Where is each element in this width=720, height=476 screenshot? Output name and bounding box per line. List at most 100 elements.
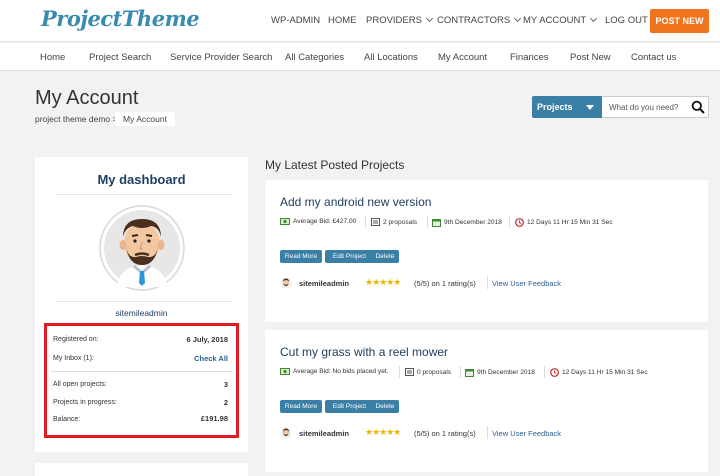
rating-text: (5/5) on 1 rating(s) — [414, 279, 476, 288]
delete-button[interactable]: Delete — [371, 400, 399, 413]
delete-button[interactable]: Delete — [371, 250, 399, 263]
rating-separator — [487, 276, 488, 289]
money-icon — [280, 218, 290, 225]
balance-value: £191.98 — [200, 414, 228, 423]
latest-projects-title: My Latest Posted Projects — [265, 158, 405, 172]
secondary-nav: Home Project Search Service Provider Sea… — [0, 43, 720, 71]
open-projects-value: 3 — [223, 380, 228, 389]
site-logo[interactable]: ProjectTheme — [41, 6, 200, 31]
rating-stars-icon: ★★★★★ — [365, 427, 401, 437]
chevron-down-icon — [590, 14, 598, 23]
registered-label: Registered on: — [53, 336, 99, 343]
top-header: ProjectTheme WP-ADMIN HOME PROVIDERS CON… — [0, 0, 720, 42]
search-bar: Projects — [532, 96, 709, 118]
time-left: 12 Days 11 Hr 15 Min 31 Sec — [550, 368, 648, 377]
posted-date-text: 9th December 2018 — [444, 219, 502, 226]
chevron-down-icon — [514, 14, 522, 23]
average-bid: Average Bid: No bids placed yet. — [280, 368, 389, 375]
posted-date: 9th December 2018 — [432, 218, 502, 227]
meta-separator — [399, 366, 400, 378]
rating-text: (5/5) on 1 rating(s) — [414, 429, 476, 438]
nav-providers[interactable]: PROVIDERS — [366, 14, 434, 26]
in-progress-value: 2 — [223, 398, 228, 407]
nav-providers-label: PROVIDERS — [366, 15, 422, 26]
owner-avatar — [280, 277, 292, 289]
nav-contractors-label: CONTRACTORS — [437, 15, 511, 26]
time-left-text: 12 Days 11 Hr 15 Min 31 Sec — [527, 219, 613, 226]
balance-label: Balance: — [53, 416, 81, 423]
subnav-all-categories[interactable]: All Categories — [285, 52, 344, 63]
nav-contractors[interactable]: CONTRACTORS — [437, 14, 522, 26]
project-card: Add my android new version Average Bid: … — [265, 180, 708, 322]
view-feedback-link[interactable]: View User Feedback — [492, 279, 561, 288]
project-card: Cut my grass with a reel mower Average B… — [265, 330, 708, 472]
post-new-button[interactable]: POST NEW — [650, 9, 709, 33]
proposals-count: 2 proposals — [371, 218, 417, 226]
dashboard-card: My dashboard sitemileadmin Registered on… — [35, 157, 248, 452]
search-icon[interactable] — [691, 100, 705, 114]
subnav-service-provider-search[interactable]: Service Provider Search — [170, 52, 272, 63]
meta-separator — [460, 366, 461, 378]
nav-wp-admin[interactable]: WP-ADMIN — [271, 15, 320, 26]
nav-my-account[interactable]: MY ACCOUNT — [523, 14, 598, 26]
read-more-button[interactable]: Read More — [280, 400, 322, 413]
divider — [55, 301, 233, 302]
owner-avatar — [280, 427, 292, 439]
proposals-icon — [371, 218, 380, 226]
divider — [51, 371, 233, 372]
posted-date: 9th December 2018 — [465, 368, 535, 377]
in-progress-label: Projects in progress: — [53, 399, 117, 406]
open-projects-label: All open projects: — [53, 381, 107, 388]
nav-log-out[interactable]: LOG OUT — [605, 15, 648, 26]
rating-stars-icon: ★★★★★ — [365, 277, 401, 287]
read-more-button[interactable]: Read More — [280, 250, 322, 263]
edit-project-button[interactable]: Edit Project — [325, 250, 374, 263]
account-stats-box: Registered on: 6 July, 2018 My Inbox (1)… — [44, 323, 239, 438]
proposals-count: 0 proposals — [405, 368, 451, 376]
meta-separator — [427, 216, 428, 228]
average-bid: Average Bid: £427.00 — [280, 218, 356, 225]
subnav-contact-us[interactable]: Contact us — [631, 52, 676, 63]
edit-project-button[interactable]: Edit Project — [325, 400, 374, 413]
nav-home[interactable]: HOME — [328, 15, 357, 26]
calendar-icon — [465, 369, 474, 377]
subnav-project-search[interactable]: Project Search — [89, 52, 151, 63]
subnav-all-locations[interactable]: All Locations — [364, 52, 418, 63]
clock-icon — [550, 368, 559, 377]
proposals-text: 2 proposals — [383, 218, 418, 226]
posted-date-text: 9th December 2018 — [477, 369, 535, 376]
search-type-select[interactable]: Projects — [532, 96, 602, 118]
subnav-home[interactable]: Home — [40, 52, 65, 63]
caret-down-icon — [586, 105, 594, 110]
proposals-icon — [405, 368, 414, 376]
registered-value: 6 July, 2018 — [186, 335, 228, 344]
money-icon — [280, 368, 290, 375]
breadcrumb-current: My Account — [115, 112, 175, 126]
breadcrumb-home[interactable]: project theme demo > — [35, 114, 117, 124]
meta-separator — [365, 216, 366, 228]
project-title-link[interactable]: Cut my grass with a reel mower — [280, 345, 448, 359]
meta-separator — [509, 216, 510, 228]
proposals-text: 0 proposals — [417, 368, 452, 376]
owner-name-link[interactable]: sitemileadmin — [299, 429, 349, 438]
average-bid-text: Average Bid: No bids placed yet. — [293, 368, 389, 375]
divider — [55, 194, 233, 195]
project-title-link[interactable]: Add my android new version — [280, 195, 431, 209]
time-left-text: 12 Days 11 Hr 15 Min 31 Sec — [562, 369, 648, 376]
calendar-icon — [432, 219, 441, 227]
subnav-finances[interactable]: Finances — [510, 52, 549, 63]
time-left: 12 Days 11 Hr 15 Min 31 Sec — [515, 218, 613, 227]
clock-icon — [515, 218, 524, 227]
owner-name-link[interactable]: sitemileadmin — [299, 279, 349, 288]
meta-separator — [544, 366, 545, 378]
view-feedback-link[interactable]: View User Feedback — [492, 429, 561, 438]
chevron-down-icon — [425, 14, 434, 23]
inbox-check-all-link[interactable]: Check All — [194, 354, 228, 363]
user-avatar — [99, 205, 185, 291]
subnav-post-new[interactable]: Post New — [570, 52, 611, 63]
dashboard-title: My dashboard — [97, 172, 186, 187]
dashboard-username[interactable]: sitemileadmin — [35, 308, 248, 318]
inbox-label: My Inbox (1): — [53, 355, 94, 362]
subnav-my-account[interactable]: My Account — [438, 52, 487, 63]
rating-separator — [487, 426, 488, 439]
